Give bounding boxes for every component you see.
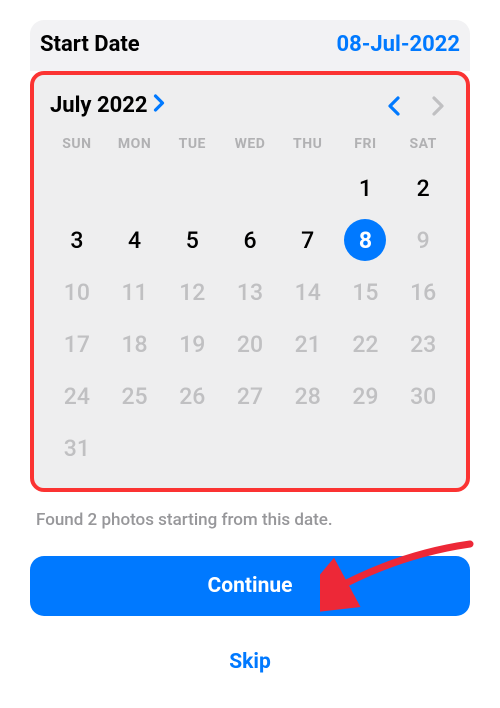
day-cell[interactable]: 6 xyxy=(223,216,277,264)
weekday-row: SUN MON TUE WED THU FRI SAT xyxy=(50,136,450,152)
day-empty xyxy=(165,164,219,212)
weekday-label: TUE xyxy=(165,136,219,152)
day-cell[interactable]: 4 xyxy=(108,216,162,264)
prev-month-button[interactable] xyxy=(382,94,406,118)
day-cell[interactable]: 15 xyxy=(339,268,393,316)
day-cell[interactable]: 18 xyxy=(108,320,162,368)
status-text: Found 2 photos starting from this date. xyxy=(30,510,470,530)
day-cell[interactable]: 7 xyxy=(281,216,335,264)
day-cell[interactable]: 5 xyxy=(165,216,219,264)
day-empty xyxy=(50,164,104,212)
day-empty xyxy=(281,164,335,212)
continue-button[interactable]: Continue xyxy=(30,556,470,616)
day-cell[interactable]: 14 xyxy=(281,268,335,316)
weekday-label: SUN xyxy=(50,136,104,152)
day-empty xyxy=(223,164,277,212)
day-cell[interactable]: 30 xyxy=(396,372,450,420)
day-cell[interactable]: 12 xyxy=(165,268,219,316)
day-cell[interactable]: 3 xyxy=(50,216,104,264)
day-cell[interactable]: 2 xyxy=(396,164,450,212)
month-year-label: July 2022 xyxy=(50,93,147,118)
day-cell[interactable]: 26 xyxy=(165,372,219,420)
calendar-header: July 2022 xyxy=(50,93,450,118)
skip-button[interactable]: Skip xyxy=(30,636,470,688)
chevron-right-icon xyxy=(153,93,166,118)
selected-date-value[interactable]: 08-Jul-2022 xyxy=(336,32,460,57)
weekday-label: THU xyxy=(281,136,335,152)
month-nav xyxy=(382,94,450,118)
day-cell[interactable]: 31 xyxy=(50,424,104,472)
calendar-card: July 2022 SUN MON TUE WED THU FRI SAT xyxy=(30,71,470,492)
day-cell[interactable]: 16 xyxy=(396,268,450,316)
day-cell[interactable]: 21 xyxy=(281,320,335,368)
day-cell[interactable]: 9 xyxy=(396,216,450,264)
day-empty xyxy=(108,164,162,212)
weekday-label: MON xyxy=(108,136,162,152)
day-cell[interactable]: 23 xyxy=(396,320,450,368)
day-cell[interactable]: 13 xyxy=(223,268,277,316)
header-row: Start Date 08-Jul-2022 xyxy=(30,20,470,71)
next-month-button[interactable] xyxy=(426,94,450,118)
days-grid: 1234567891011121314151617181920212223242… xyxy=(50,164,450,472)
day-cell[interactable]: 24 xyxy=(50,372,104,420)
weekday-label: SAT xyxy=(396,136,450,152)
day-cell[interactable]: 20 xyxy=(223,320,277,368)
day-cell[interactable]: 29 xyxy=(339,372,393,420)
day-cell[interactable]: 22 xyxy=(339,320,393,368)
weekday-label: WED xyxy=(223,136,277,152)
day-cell[interactable]: 28 xyxy=(281,372,335,420)
start-date-label: Start Date xyxy=(40,32,140,57)
weekday-label: FRI xyxy=(339,136,393,152)
day-cell[interactable]: 27 xyxy=(223,372,277,420)
day-cell[interactable]: 25 xyxy=(108,372,162,420)
day-cell[interactable]: 1 xyxy=(339,164,393,212)
day-cell[interactable]: 8 xyxy=(339,216,393,264)
day-cell[interactable]: 19 xyxy=(165,320,219,368)
month-year-button[interactable]: July 2022 xyxy=(50,93,166,118)
day-cell[interactable]: 11 xyxy=(108,268,162,316)
day-cell[interactable]: 17 xyxy=(50,320,104,368)
chevron-left-icon xyxy=(386,95,402,117)
chevron-right-icon xyxy=(430,95,446,117)
day-cell[interactable]: 10 xyxy=(50,268,104,316)
